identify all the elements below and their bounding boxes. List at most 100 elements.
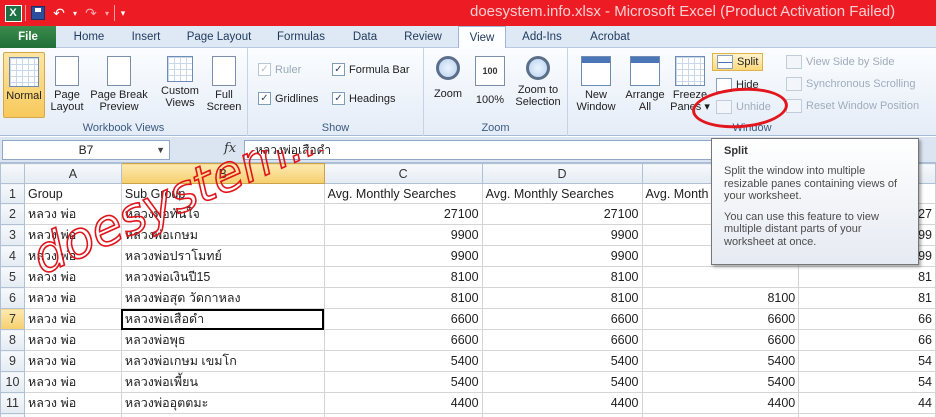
custom-views-button[interactable]: Custom Views <box>158 52 202 109</box>
cell[interactable]: 6600 <box>641 329 800 351</box>
normal-view-button[interactable]: Normal <box>3 52 45 118</box>
headings-checkbox[interactable]: ✓ Headings <box>332 92 395 105</box>
cell[interactable]: 54 <box>798 371 936 393</box>
cell[interactable]: 6600 <box>481 329 643 351</box>
cell[interactable]: หลวงพ่อสุด วัดกาหลง <box>120 287 325 309</box>
zoom-button[interactable]: Zoom <box>428 52 468 100</box>
cell[interactable]: 8100 <box>481 266 643 288</box>
cell[interactable]: 66 <box>798 329 936 351</box>
cell[interactable]: 5400 <box>641 371 800 393</box>
cell[interactable]: หลวงพ่อเกษม เขมโก <box>120 350 325 372</box>
page-layout-view-button[interactable]: Page Layout <box>48 52 86 113</box>
new-window-button[interactable]: New Window <box>570 52 622 113</box>
tab-view[interactable]: View <box>458 26 506 49</box>
row-header[interactable]: 4 <box>0 245 25 267</box>
name-box-dropdown-icon[interactable]: ▼ <box>156 141 165 159</box>
cell[interactable]: หลวงพ่อเพี้ยน <box>120 371 325 393</box>
cell[interactable]: 44 <box>798 392 936 414</box>
zoom-to-selection-button[interactable]: Zoom to Selection <box>510 52 566 108</box>
row-header[interactable]: 5 <box>0 266 25 288</box>
cell[interactable]: 6600 <box>641 308 800 330</box>
formula-input[interactable]: หลวงพ่อเสือดำ <box>244 140 714 160</box>
cell[interactable]: หลวง พ่อ <box>23 245 122 267</box>
cell[interactable]: 5400 <box>323 371 483 393</box>
cell[interactable]: 5400 <box>481 350 643 372</box>
redo-dropdown-icon[interactable]: ▾ <box>103 4 111 22</box>
cell[interactable]: 8100 <box>323 287 483 309</box>
page-break-preview-button[interactable]: Page Break Preview <box>88 52 150 113</box>
cell[interactable]: 8100 <box>481 287 643 309</box>
cell[interactable]: 8100 <box>323 266 483 288</box>
cell[interactable]: 4400 <box>641 392 800 414</box>
cell[interactable] <box>641 266 800 288</box>
tab-acrobat[interactable]: Acrobat <box>582 26 638 48</box>
cell[interactable]: 9900 <box>481 224 643 246</box>
undo-dropdown-icon[interactable]: ▾ <box>71 4 79 22</box>
cell[interactable]: 9900 <box>481 245 643 267</box>
cell[interactable]: หลวงพ่อเสือดำ <box>120 308 325 330</box>
ruler-checkbox[interactable]: ✓ Ruler <box>258 63 301 76</box>
row-header[interactable]: 12 <box>0 413 25 417</box>
cell[interactable]: หลวงพ่อเกษม <box>120 224 325 246</box>
row-header[interactable]: 2 <box>0 203 25 225</box>
cell[interactable]: 81 <box>798 287 936 309</box>
cell[interactable]: 81 <box>798 266 936 288</box>
redo-icon[interactable]: ↷ <box>82 4 100 22</box>
cell[interactable]: หลวงพ่ออุตตมะ <box>120 392 325 414</box>
row-header[interactable]: 7 <box>0 308 25 330</box>
cell[interactable]: 9900 <box>323 224 483 246</box>
column-header[interactable]: B <box>120 163 325 184</box>
row-header[interactable]: 8 <box>0 329 25 351</box>
tab-formulas[interactable]: Formulas <box>271 26 331 48</box>
cell[interactable]: 5400 <box>641 350 800 372</box>
cell[interactable]: หลวง พ่อ <box>23 371 122 393</box>
reset-window-position-button[interactable]: Reset Window Position <box>786 99 919 113</box>
undo-icon[interactable]: ↶ <box>50 4 68 22</box>
cell[interactable]: หลวง พ่อ <box>23 329 122 351</box>
row-header[interactable]: 6 <box>0 287 25 309</box>
row-header[interactable]: 1 <box>0 183 25 204</box>
save-icon[interactable] <box>29 4 47 22</box>
cell[interactable]: 27100 <box>323 203 483 225</box>
cell[interactable]: หลวง พ่อ <box>23 224 122 246</box>
arrange-all-button[interactable]: Arrange All <box>622 52 668 113</box>
cell[interactable]: 5400 <box>323 350 483 372</box>
cell[interactable]: หลวงพ่อทันใจ <box>120 203 325 225</box>
zoom-100-button[interactable]: 100 100% <box>472 52 508 106</box>
tab-insert[interactable]: Insert <box>124 26 168 48</box>
cell[interactable]: 3600 <box>641 413 800 417</box>
cell[interactable]: 6600 <box>323 308 483 330</box>
cell[interactable]: 54 <box>798 350 936 372</box>
tab-review[interactable]: Review <box>398 26 448 48</box>
cell[interactable]: หลวง พ่อ <box>23 392 122 414</box>
cell[interactable]: Avg. Monthly Searches <box>481 183 643 204</box>
cell[interactable]: 6600 <box>323 329 483 351</box>
row-header[interactable]: 9 <box>0 350 25 372</box>
cell[interactable]: 4400 <box>323 392 483 414</box>
cell[interactable]: 66 <box>798 308 936 330</box>
tab-home[interactable]: Home <box>66 26 112 48</box>
cell[interactable]: หลวง พ่อ <box>23 266 122 288</box>
select-all-corner[interactable] <box>0 163 25 184</box>
tab-add-ins[interactable]: Add-Ins <box>514 26 570 48</box>
column-header[interactable]: D <box>481 163 643 184</box>
cell[interactable]: หลวง พ่อ <box>23 308 122 330</box>
cell[interactable]: หลวงพ่อปราโมทย์ <box>120 245 325 267</box>
cell[interactable]: หลวง พ่อ <box>23 350 122 372</box>
synchronous-scrolling-button[interactable]: Synchronous Scrolling <box>786 77 915 91</box>
cell[interactable]: Group <box>23 183 122 204</box>
cell[interactable]: หลวง พ่อ <box>23 413 122 417</box>
split-button[interactable]: Split <box>712 53 764 71</box>
cell[interactable]: 36 <box>798 413 936 417</box>
cell[interactable]: 3600 <box>323 413 483 417</box>
cell[interactable]: 8100 <box>641 287 800 309</box>
name-box[interactable]: B7 ▼ <box>2 140 170 160</box>
column-header[interactable]: A <box>23 163 122 184</box>
view-side-by-side-button[interactable]: View Side by Side <box>786 55 894 69</box>
cell[interactable]: 5400 <box>481 371 643 393</box>
cell[interactable]: 6600 <box>481 308 643 330</box>
row-header[interactable]: 10 <box>0 371 25 393</box>
cell[interactable]: หลวง พ่อ <box>23 203 122 225</box>
tab-data[interactable]: Data <box>346 26 384 48</box>
cell[interactable]: 4400 <box>481 392 643 414</box>
